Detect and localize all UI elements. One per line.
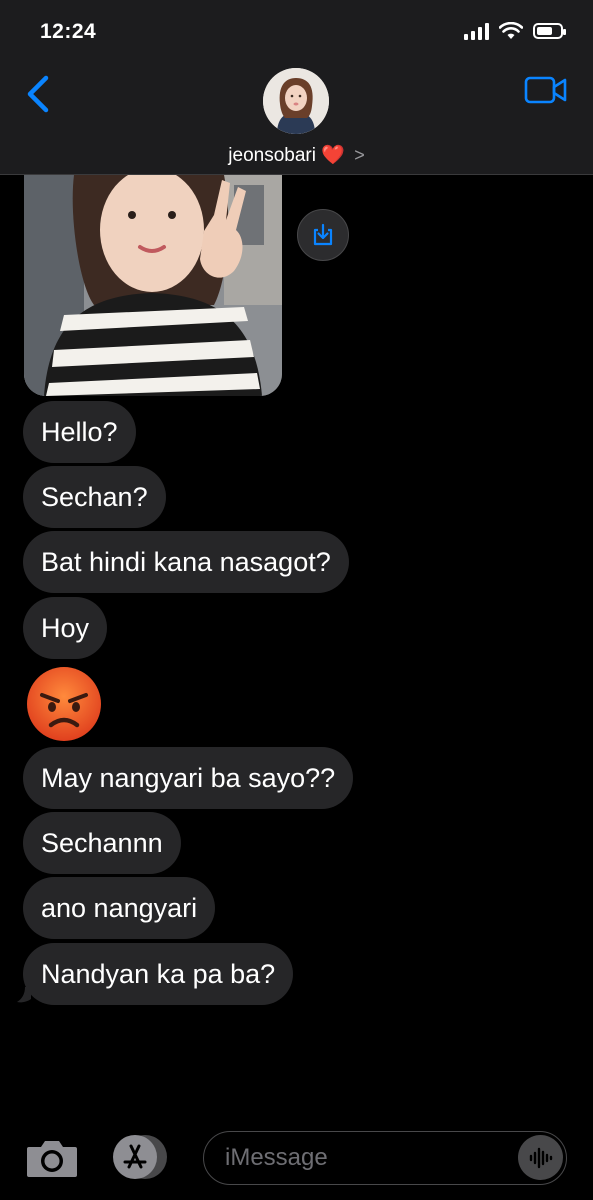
message-bubble[interactable]: ano nangyari [23, 877, 216, 939]
camera-icon [27, 1141, 77, 1177]
heart-emoji: ❤️ [321, 145, 345, 166]
message-bubble[interactable]: Hello? [23, 401, 136, 463]
contact-name: jeonsobari [228, 145, 316, 166]
angry-face-icon [27, 667, 101, 741]
message-bubble[interactable]: Hoy [23, 597, 108, 659]
camera-button[interactable] [25, 1137, 79, 1179]
photo-image [24, 175, 282, 396]
app-store-icon [113, 1135, 167, 1179]
wifi-icon [499, 22, 523, 39]
cellular-signal-icon [464, 22, 489, 40]
status-time: 12:24 [40, 20, 97, 43]
message-bubble[interactable]: Bat hindi kana nasagot? [23, 531, 349, 593]
save-photo-button[interactable] [297, 209, 349, 261]
input-placeholder: iMessage [225, 1144, 328, 1171]
received-photo[interactable] [24, 175, 282, 396]
chevron-right-icon: > [354, 145, 365, 165]
chevron-left-icon [27, 75, 49, 113]
video-camera-icon [524, 76, 567, 104]
contact-avatar[interactable] [263, 68, 329, 134]
message-bubble[interactable]: Sechan? [23, 466, 166, 528]
imessage-input[interactable]: iMessage [203, 1131, 567, 1185]
download-icon [313, 223, 333, 246]
message-bubble[interactable]: Sechannn [23, 812, 181, 874]
back-button[interactable] [22, 70, 62, 120]
facetime-video-button[interactable] [523, 70, 569, 110]
navigation-header: 12:24 jeonsobari ❤️ > [0, 0, 593, 175]
contact-name-button[interactable]: jeonsobari ❤️ > [0, 143, 593, 167]
battery-icon [533, 23, 566, 39]
message-bubble[interactable]: May nangyari ba sayo?? [23, 747, 354, 809]
audio-message-button[interactable] [518, 1135, 563, 1180]
waveform-icon [529, 1147, 552, 1168]
angry-face-emoji[interactable] [25, 665, 103, 743]
app-store-button[interactable] [111, 1134, 171, 1180]
status-icons [464, 22, 566, 40]
message-bubble[interactable]: Nandyan ka pa ba? [23, 943, 294, 1005]
avatar-photo [263, 68, 329, 134]
